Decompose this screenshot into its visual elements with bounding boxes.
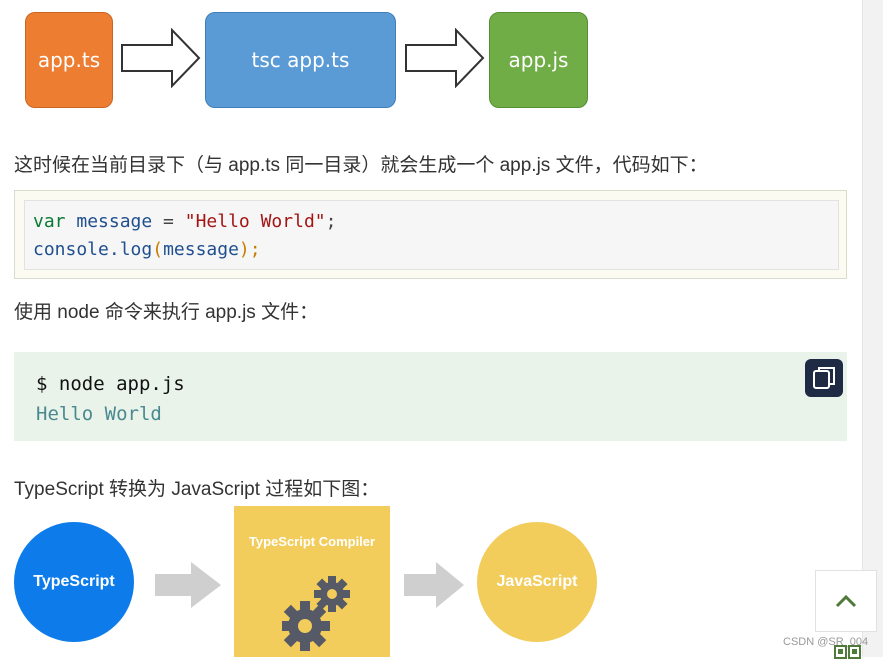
code-keyword: var — [33, 211, 66, 232]
flow-box-app-js: app.js — [489, 12, 588, 108]
paragraph-generated-file: 这时候在当前目录下（与 app.ts 同一目录）就会生成一个 app.js 文件… — [14, 155, 708, 176]
code-argument: message — [163, 239, 239, 260]
code-operator: = — [152, 211, 185, 232]
flow-box-tsc: tsc app.ts — [205, 12, 396, 108]
flow-arrow-right-icon — [121, 28, 201, 88]
back-to-top-button[interactable] — [815, 570, 877, 632]
code-line-1: var message = "Hello World"; — [33, 208, 838, 236]
flow-box-app-ts: app.ts — [25, 12, 113, 108]
code-block-inner: var message = "Hello World"; console.log… — [24, 200, 839, 270]
terminal-command: $ node app.js — [36, 373, 185, 395]
scrollbar-track[interactable] — [862, 0, 883, 657]
javascript-circle: JavaScript — [477, 522, 597, 642]
paragraph-run-node: 使用 node 命令来执行 app.js 文件： — [14, 302, 319, 323]
typescript-compiler-box: TypeScript Compiler — [234, 506, 390, 657]
code-variable: message — [76, 211, 153, 232]
code-call: console.log — [33, 239, 153, 260]
flow-arrow-right-icon — [405, 28, 485, 88]
code-semicolon: ; — [325, 211, 337, 232]
terminal-output: Hello World — [36, 403, 162, 425]
typescript-circle: TypeScript — [14, 522, 134, 642]
code-line-2: console.log(message); — [33, 236, 838, 264]
grey-arrow-right-icon — [404, 562, 464, 608]
grey-arrow-right-icon — [155, 562, 221, 608]
code-string: "Hello World" — [184, 211, 326, 232]
paragraph-conversion: TypeScript 转换为 JavaScript 过程如下图： — [14, 479, 380, 500]
copy-button[interactable] — [805, 359, 843, 397]
code-block-terminal: $ node app.js Hello World — [14, 352, 847, 441]
chevron-up-icon — [835, 594, 857, 608]
code-paren: ( — [152, 239, 164, 260]
code-paren-close: ); — [238, 239, 261, 260]
copy-icon — [813, 367, 835, 389]
code-block-app-js: var message = "Hello World"; console.log… — [14, 190, 847, 279]
gears-icon — [282, 576, 350, 651]
compiler-title: TypeScript Compiler — [248, 534, 376, 549]
